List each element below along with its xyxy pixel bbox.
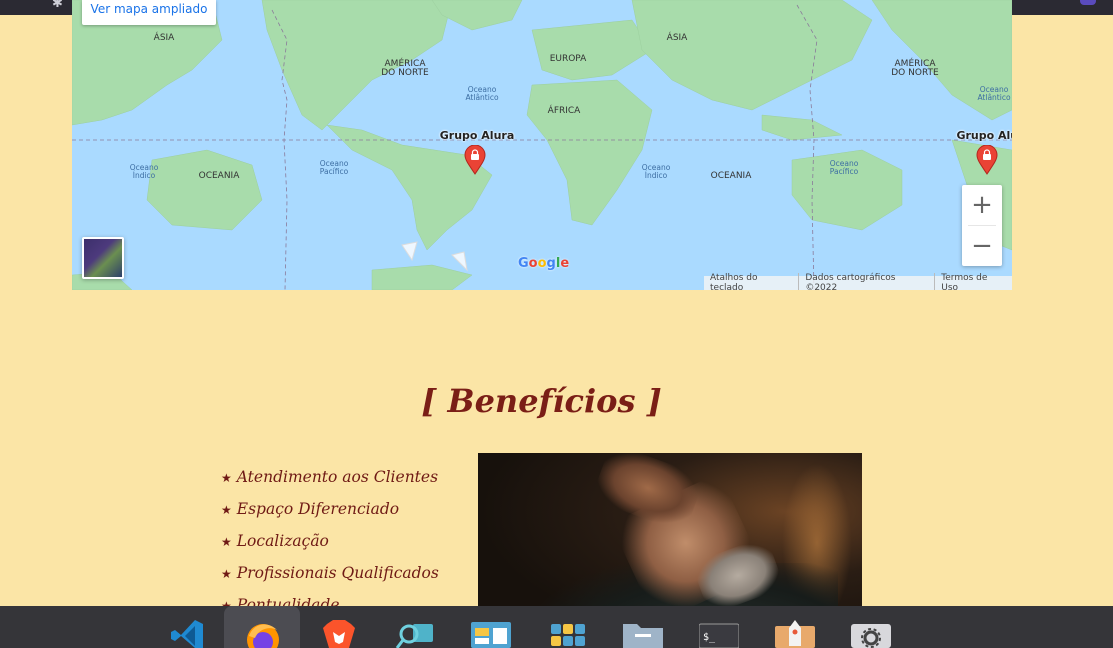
benefit-item: ★ Profissionais Qualificados: [221, 564, 439, 582]
map-label-europe: EUROPA: [549, 54, 587, 64]
star-bullet-icon: ★: [221, 535, 232, 549]
benefit-item: ★ Localização: [221, 532, 329, 550]
dock-app-brave[interactable]: [300, 606, 376, 648]
view-larger-map-link[interactable]: Ver mapa ampliado: [82, 0, 216, 25]
embedded-map[interactable]: ÁSIA AMÉRICA DO NORTE EUROPA ÁSIA AMÉRIC…: [72, 0, 1012, 290]
map-label-ocean: Oceano Atlântico: [977, 85, 1011, 102]
profile-icon[interactable]: [1080, 0, 1096, 5]
map-label-ocean: Oceano Pacífico: [319, 159, 349, 176]
map-label-oceania: OCEANIA: [198, 171, 240, 181]
app-grid-icon: [551, 624, 585, 646]
dock-app-files[interactable]: [604, 606, 680, 648]
map-pin-icon[interactable]: [464, 145, 486, 175]
benefits-list: ★ Atendimento aos Clientes ★ Espaço Difere…: [221, 466, 439, 626]
map-attribution: Atalhos do teclado Dados cartográficos ©…: [704, 273, 1012, 290]
dock-app-layout[interactable]: [452, 606, 528, 648]
benefit-item: ★ Espaço Diferenciado: [221, 500, 400, 518]
map-label-africa: ÁFRICA: [547, 106, 581, 116]
browser-settings-icon[interactable]: ✱: [52, 0, 63, 11]
map-label-north-america: AMÉRICA DO NORTE: [891, 59, 939, 78]
svg-text:$_: $_: [703, 632, 716, 643]
map-label-ocean: Oceano Índico: [129, 163, 159, 180]
map-label-ocean: Oceano Pacífico: [829, 159, 859, 176]
dock-app-search[interactable]: [376, 606, 452, 648]
dock-app-terminal[interactable]: $_: [680, 606, 756, 648]
benefit-item: ★ Atendimento aos Clientes: [221, 468, 439, 486]
folder-icon: [623, 624, 663, 648]
installer-icon: [775, 620, 815, 648]
world-map-graphic: [72, 0, 1012, 290]
zoom-in-button[interactable]: +: [962, 185, 1002, 225]
vscode-icon: [171, 620, 203, 648]
map-marker-label: Grupo Alur: [956, 129, 1012, 142]
dock-app-firefox[interactable]: [224, 606, 300, 648]
dock-app-vscode[interactable]: [148, 606, 224, 648]
star-bullet-icon: ★: [221, 471, 232, 485]
map-label-asia: ÁSIA: [153, 33, 175, 43]
satellite-layer-toggle[interactable]: [82, 237, 124, 279]
dock-app-settings[interactable]: [832, 606, 908, 648]
benefits-title: [ Benefícios ]: [421, 382, 662, 420]
star-bullet-icon: ★: [221, 567, 232, 581]
firefox-icon: [247, 624, 279, 648]
dock-app-installer[interactable]: [756, 606, 832, 648]
zoom-control: + −: [962, 185, 1002, 266]
map-pin-icon[interactable]: [976, 145, 998, 175]
window-layout-icon: [471, 622, 511, 648]
map-marker-label: Grupo Alura: [439, 129, 515, 142]
map-label-north-america: AMÉRICA DO NORTE: [381, 59, 429, 78]
map-label-oceania: OCEANIA: [710, 171, 752, 181]
map-data-credit: Dados cartográficos ©2022: [799, 273, 936, 290]
map-label-ocean: Oceano Índico: [641, 163, 671, 180]
map-label-asia: ÁSIA: [666, 33, 688, 43]
brave-icon: [323, 620, 355, 648]
keyboard-shortcuts-link[interactable]: Atalhos do teclado: [704, 273, 800, 290]
google-logo: Google: [518, 256, 570, 271]
star-bullet-icon: ★: [221, 503, 232, 517]
map-label-ocean: Oceano Atlântico: [465, 85, 499, 102]
terms-link[interactable]: Termos de Uso: [935, 273, 1012, 290]
settings-icon: [851, 624, 891, 648]
search-tool-icon: [395, 624, 433, 648]
dock-app-grid[interactable]: [528, 606, 604, 648]
terminal-icon: $_: [699, 623, 739, 648]
dock: $_: [0, 606, 1113, 648]
zoom-out-button[interactable]: −: [962, 226, 1002, 266]
